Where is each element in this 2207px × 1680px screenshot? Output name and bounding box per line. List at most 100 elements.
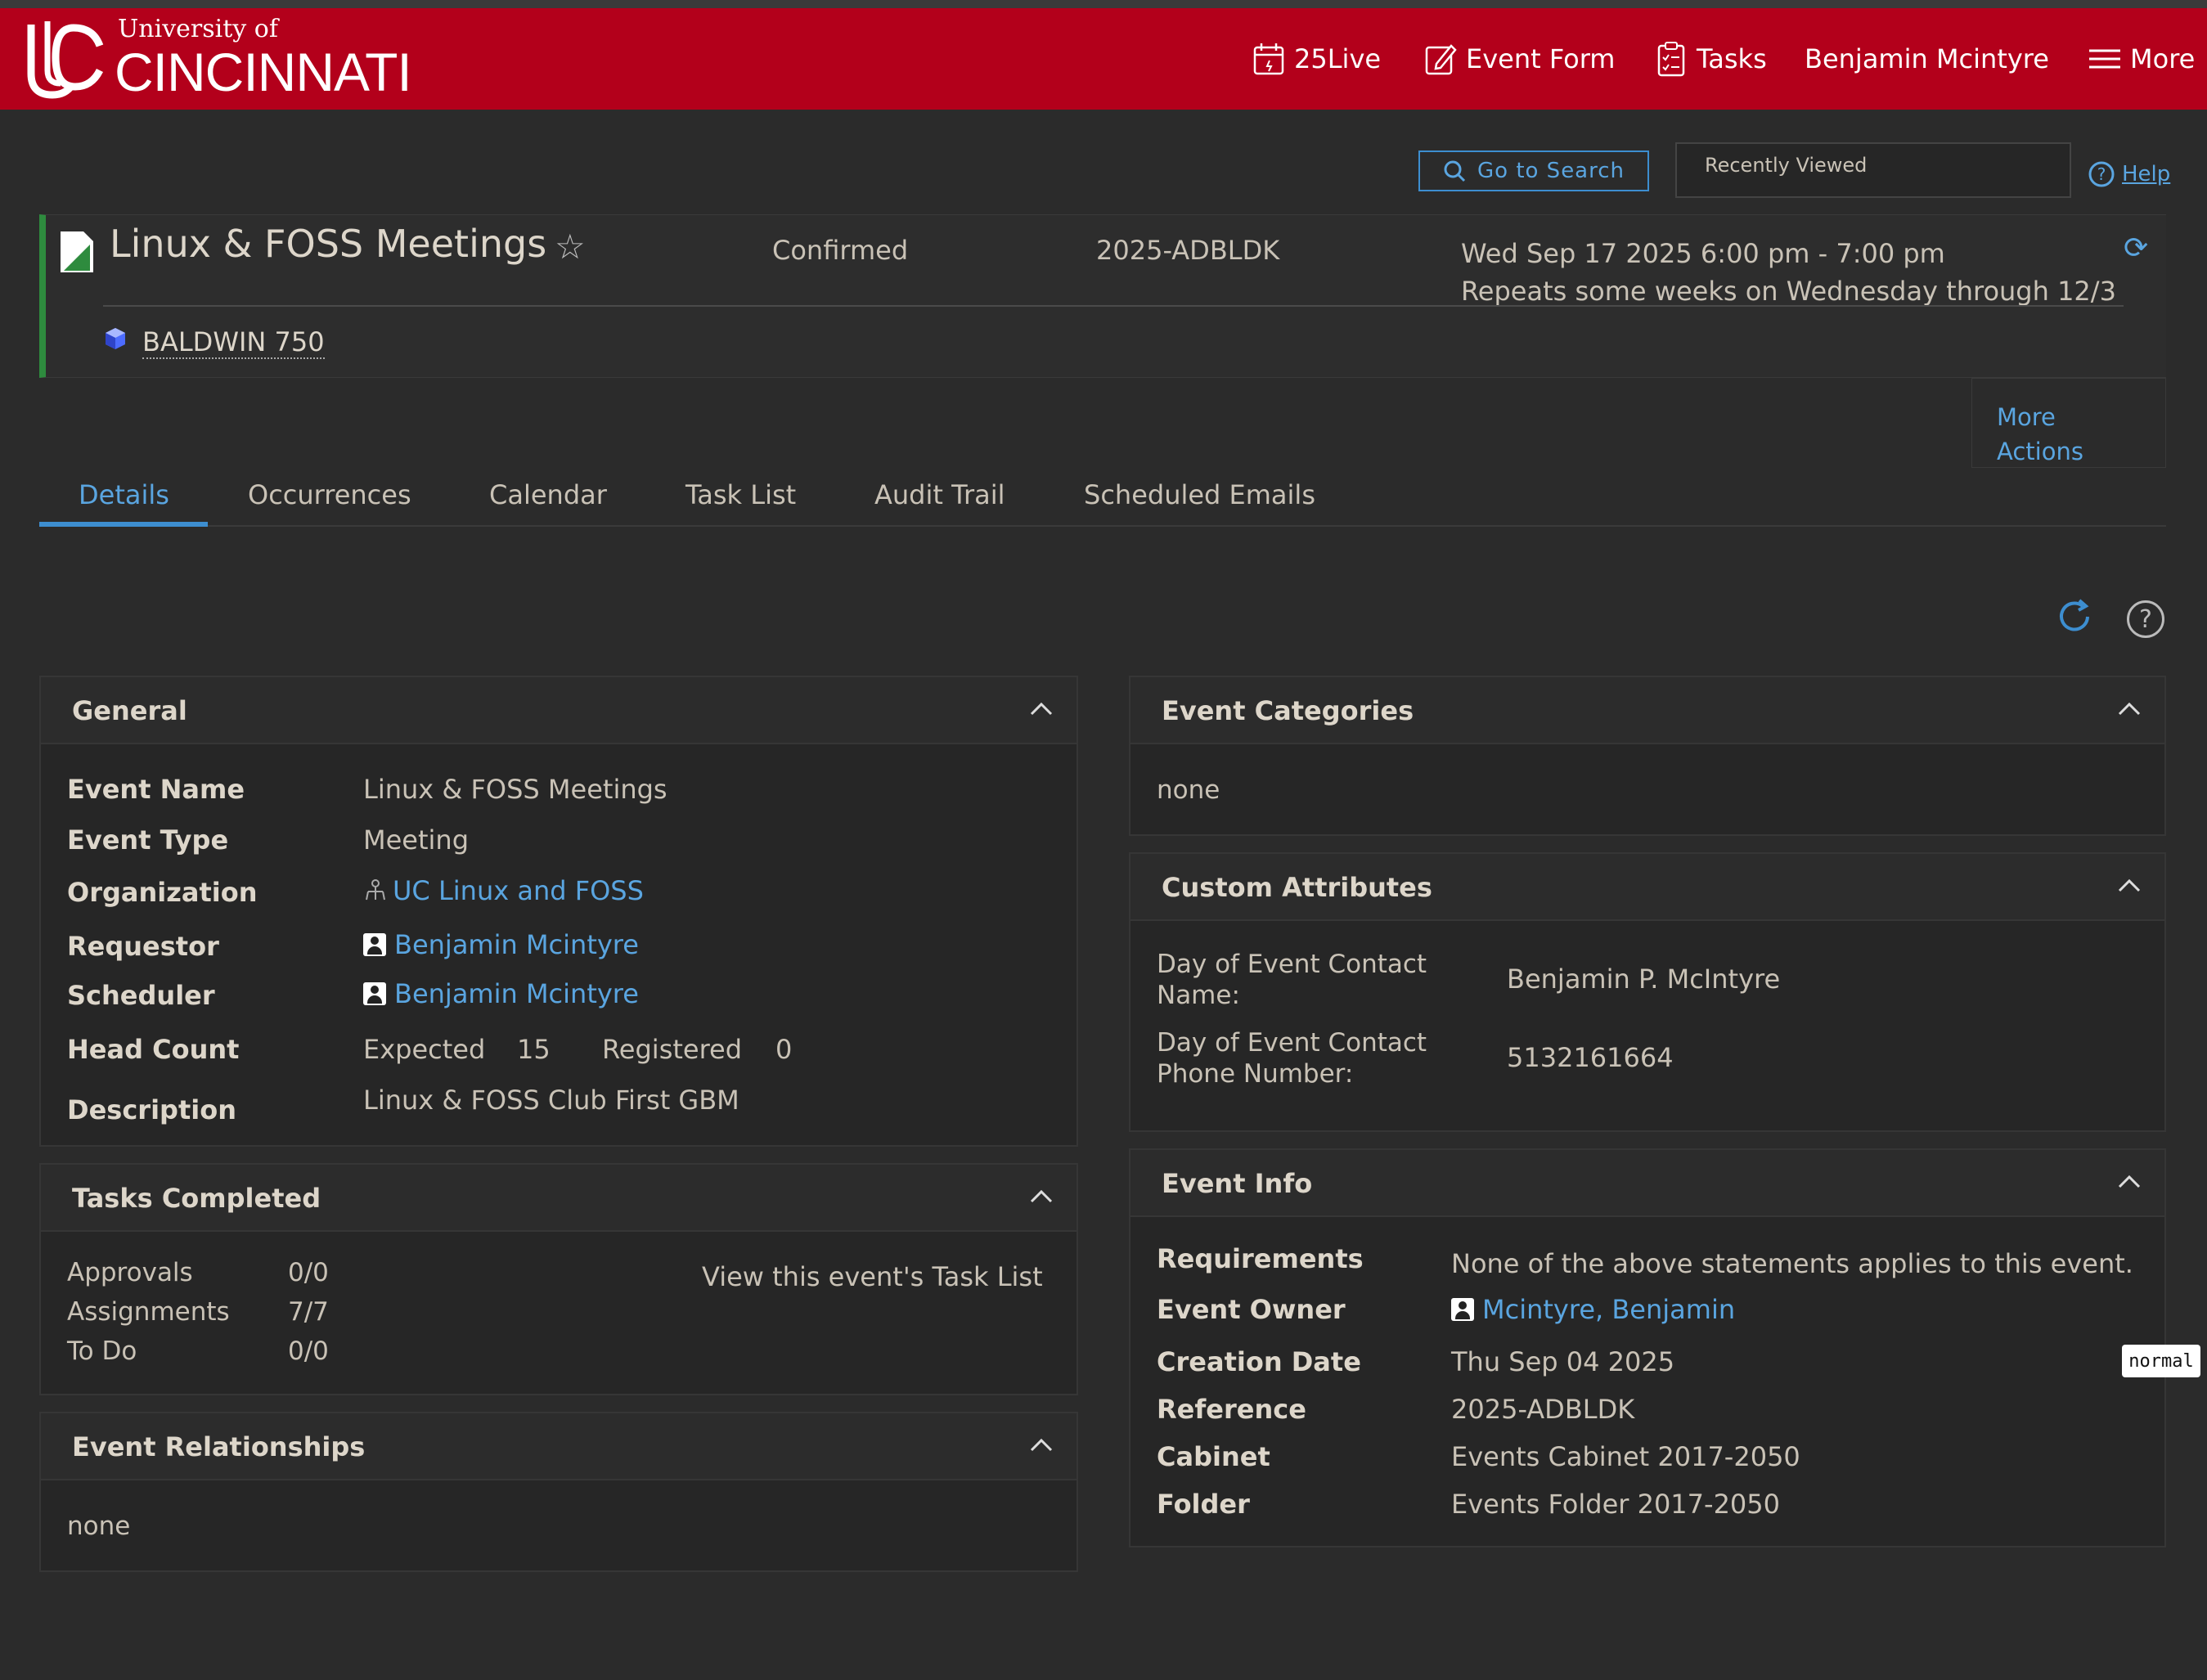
reference-label: Reference [1157,1394,1306,1425]
go-to-search-label: Go to Search [1477,159,1625,183]
svg-text:?: ? [2097,164,2106,184]
requestor-link[interactable]: Benjamin Mcintyre [363,929,639,960]
chevron-up-icon[interactable] [2115,1168,2143,1196]
chevron-up-icon[interactable] [2115,872,2143,900]
uc-logo-mark-icon [27,21,104,99]
person-icon [363,933,386,956]
tab-calendar[interactable]: Calendar [489,463,607,527]
event-owner-link[interactable]: Mcintyre, Benjamin [1451,1294,1735,1325]
general-panel-header[interactable]: General [41,677,1077,744]
contact-name-label-line1: Day of Event Contact [1157,950,1427,979]
tab-occurrences[interactable]: Occurrences [248,463,411,527]
event-owner-label: Event Owner [1157,1294,1346,1325]
more-actions-label-1: More [1997,403,2056,431]
todo-value: 0/0 [288,1336,329,1366]
tasks-completed-header[interactable]: Tasks Completed [41,1165,1077,1232]
nav-more-menu[interactable]: More [2088,8,2195,110]
tab-scheduled-emails[interactable]: Scheduled Emails [1084,463,1315,527]
event-tabs: Details Occurrences Calendar Task List A… [39,463,2166,527]
event-relationships-panel: Event Relationships none [39,1412,1078,1572]
todo-label: To Do [67,1336,137,1366]
chevron-up-icon[interactable] [1027,695,1055,723]
normal-mode-tag: normal [2122,1345,2200,1377]
view-task-list-link[interactable]: View this event's Task List [702,1261,1043,1292]
university-logo[interactable]: University of CINCINNATI [15,11,412,103]
nav-more-label: More [2130,43,2196,74]
chevron-up-icon[interactable] [2115,695,2143,723]
org-icon [366,879,385,901]
contact-phone-label-line2: Phone Number: [1157,1059,1354,1089]
browser-top-strip [0,0,2207,8]
go-to-search-button[interactable]: Go to Search [1418,150,1649,191]
event-type-value: Meeting [363,824,470,856]
nav-tasks[interactable]: Tasks [1654,8,1767,110]
event-reference: 2025-ADBLDK [1096,235,1280,266]
custom-attributes-header[interactable]: Custom Attributes [1130,854,2164,921]
general-panel-title: General [72,695,187,726]
organization-name: UC Linux and FOSS [393,875,644,906]
nav-user-menu[interactable]: Benjamin Mcintyre [1805,8,2049,110]
event-date-range: Wed Sep 17 2025 6:00 pm - 7:00 pm Repeat… [1461,235,2116,310]
active-tab-indicator [39,522,208,527]
event-owner-name: Mcintyre, Benjamin [1482,1294,1736,1325]
custom-attributes-title: Custom Attributes [1162,872,1432,903]
scheduler-link[interactable]: Benjamin Mcintyre [363,978,639,1009]
nav-event-form-label: Event Form [1466,43,1616,74]
reference-value: 2025-ADBLDK [1451,1394,1635,1425]
event-name-label: Event Name [67,774,245,805]
help-link[interactable]: ? Help [2088,160,2170,188]
top-navigation-bar: University of CINCINNATI 25Live Event Fo… [0,8,2207,110]
assignments-label: Assignments [67,1297,230,1327]
person-icon [363,982,386,1005]
requestor-label: Requestor [67,931,219,962]
tab-audit-trail[interactable]: Audit Trail [874,463,1005,527]
event-info-title: Event Info [1162,1168,1313,1199]
recently-viewed-dropdown[interactable]: Recently Viewed [1675,142,2071,198]
approvals-value: 0/0 [288,1258,329,1287]
nav-event-form[interactable]: Event Form [1423,8,1615,110]
tab-task-list[interactable]: Task List [685,463,796,527]
chevron-up-icon[interactable] [1027,1183,1055,1211]
tasks-completed-panel: Tasks Completed Approvals 0/0 Assignment… [39,1163,1078,1395]
event-info-header[interactable]: Event Info [1130,1150,2164,1217]
person-icon [1451,1298,1474,1321]
contact-name-value: Benjamin P. McIntyre [1507,964,1781,995]
event-categories-header[interactable]: Event Categories [1130,677,2164,744]
details-help-icon[interactable]: ? [2127,600,2164,638]
event-summary-header: Linux & FOSS Meetings ☆ Confirmed 2025-A… [39,214,2166,378]
favorite-star-icon[interactable]: ☆ [555,227,586,267]
contact-name-label-line2: Name: [1157,981,1240,1010]
logo-text-university: University of [118,15,278,43]
cabinet-value: Events Cabinet 2017-2050 [1451,1441,1800,1472]
organization-link[interactable]: UC Linux and FOSS [363,875,644,906]
help-label: Help [2122,162,2171,186]
event-title: Linux & FOSS Meetings [110,222,547,266]
description-value: Linux & FOSS Club First GBM [363,1085,739,1116]
event-document-icon [61,231,93,272]
header-refresh-icon[interactable]: ⟳ [2124,231,2148,265]
logo-text-cincinnati: CINCINNATI [115,42,412,102]
scheduler-name: Benjamin Mcintyre [394,978,639,1009]
search-icon [1444,160,1466,182]
chevron-up-icon[interactable] [1027,1431,1055,1459]
event-info-panel: Event Info Requirements None of the abov… [1129,1148,2166,1547]
head-count-label: Head Count [67,1034,240,1065]
nav-user-label: Benjamin Mcintyre [1805,43,2049,74]
tab-details[interactable]: Details [79,463,169,527]
contact-phone-value: 5132161664 [1507,1042,1674,1073]
tasks-completed-title: Tasks Completed [72,1183,321,1214]
event-location-link[interactable]: BALDWIN 750 [142,326,325,359]
header-divider [103,305,2124,307]
nav-25live[interactable]: 25Live [1252,8,1381,110]
location-cube-icon [106,328,125,349]
refresh-icon[interactable] [2055,597,2094,636]
more-actions-button[interactable]: More Actions [1971,378,2166,468]
custom-attributes-panel: Custom Attributes Day of Event Contact N… [1129,852,2166,1132]
description-label: Description [67,1094,236,1125]
expected-label: Expected [363,1034,486,1065]
general-panel: General Event Name Linux & FOSS Meetings… [39,676,1078,1147]
clipboard-icon [1657,42,1685,77]
nav-25live-label: 25Live [1294,43,1382,74]
event-relationships-header[interactable]: Event Relationships [41,1413,1077,1480]
contact-phone-label-line1: Day of Event Contact [1157,1028,1427,1058]
